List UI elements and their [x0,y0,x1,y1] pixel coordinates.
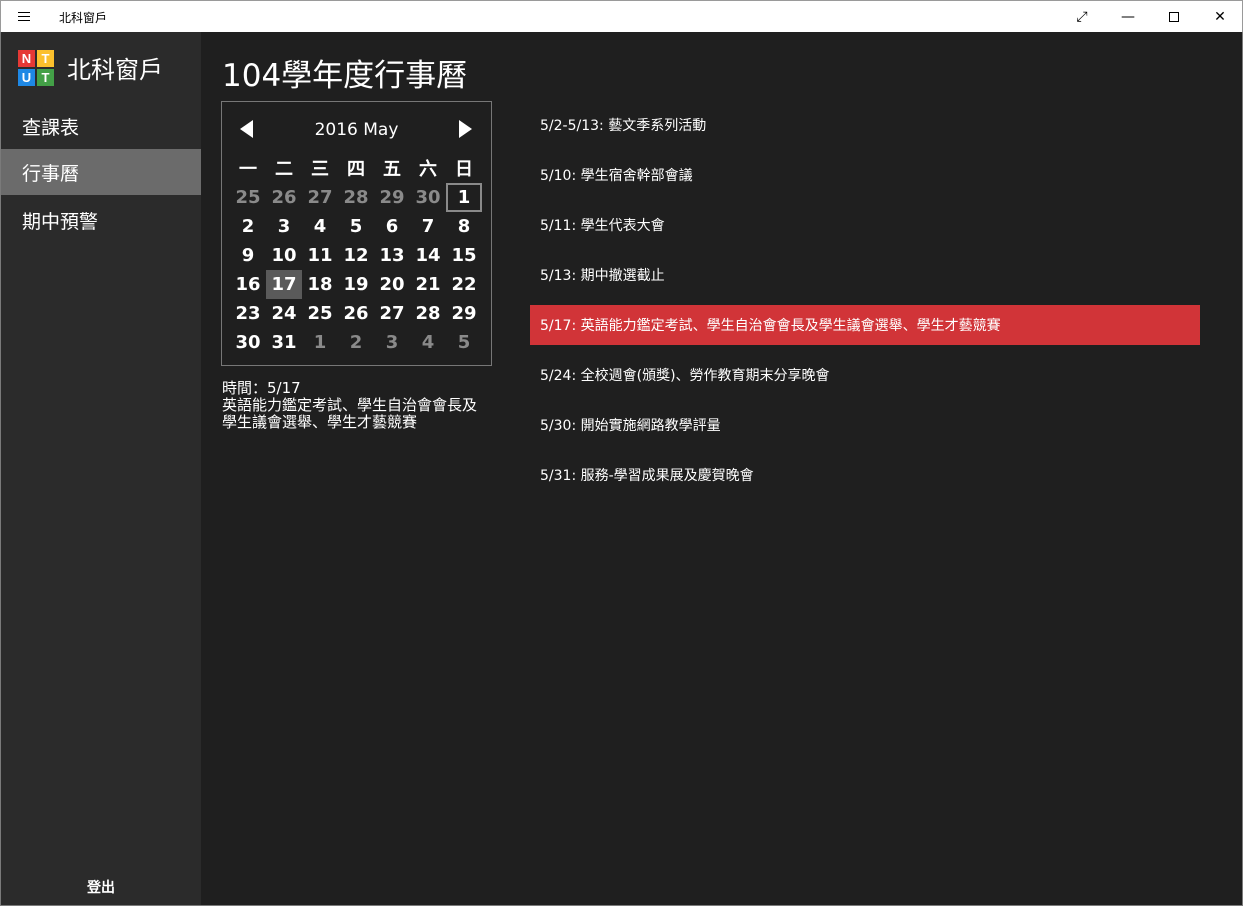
event-item[interactable]: 5/10: 學生宿舍幹部會議 [530,155,1200,195]
weekday-header: 五 [383,158,401,180]
app-logo: N T U T [18,50,54,86]
calendar-day[interactable]: 1 [302,328,338,357]
calendar-day[interactable]: 7 [410,212,446,241]
event-detail-text: 英語能力鑑定考試、學生自治會會長及 [222,396,478,414]
event-item[interactable]: 5/13: 期中撤選截止 [530,255,1200,295]
maximize-icon [1169,11,1179,22]
calendar-day[interactable]: 26 [266,183,302,212]
fullscreen-icon[interactable]: ⤢ [1059,1,1105,32]
weekday-header: 四 [347,158,365,180]
calendar-day[interactable]: 5 [338,212,374,241]
calendar-day[interactable]: 13 [374,241,410,270]
sidebar-item-label: 查課表 [22,116,80,139]
app-name: 北科窗戶 [67,56,163,84]
weekday-header: 日 [455,158,473,180]
calendar-day[interactable]: 8 [446,212,482,241]
event-item[interactable]: 5/30: 開始實施網路教學評量 [530,405,1200,445]
maximize-button[interactable] [1151,1,1197,32]
calendar-day[interactable]: 1 [446,183,482,212]
event-item[interactable]: 5/2-5/13: 藝文季系列活動 [530,105,1200,145]
hamburger-menu-icon[interactable] [15,8,35,26]
logo-tile: N [18,50,35,67]
calendar-day[interactable]: 5 [446,328,482,357]
event-item[interactable]: 5/31: 服務-學習成果展及慶賀晚會 [530,455,1200,495]
logo-tile: U [18,69,35,86]
sidebar-item-timetable[interactable]: 查課表 [1,103,201,149]
calendar-day[interactable]: 22 [446,270,482,299]
calendar-day[interactable]: 28 [338,183,374,212]
calendar-day[interactable]: 14 [410,241,446,270]
calendar-day[interactable]: 26 [338,299,374,328]
weekday-header: 二 [275,158,293,180]
calendar-day[interactable]: 30 [410,183,446,212]
calendar-month-label: 2016 May [314,120,399,140]
calendar-day[interactable]: 16 [230,270,266,299]
calendar-day[interactable]: 21 [410,270,446,299]
calendar-day[interactable]: 27 [374,299,410,328]
next-month-icon[interactable] [459,120,472,138]
calendar-day[interactable]: 18 [302,270,338,299]
calendar-day[interactable]: 4 [302,212,338,241]
sidebar-item-midterm-warning[interactable]: 期中預警 [1,197,201,243]
sidebar-item-calendar[interactable]: 行事曆 [1,149,201,195]
calendar-day[interactable]: 20 [374,270,410,299]
calendar-day[interactable]: 31 [266,328,302,357]
calendar: 2016 May 一二三四五六日 25 26 27 28 29 30 1 2 3 4 5 6 7 8 9 10 1… [221,101,492,366]
sidebar-item-label: 行事曆 [22,162,80,185]
calendar-day[interactable]: 2 [338,328,374,357]
calendar-day[interactable]: 30 [230,328,266,357]
event-list: 5/2-5/13: 藝文季系列活動 5/10: 學生宿舍幹部會議 5/11: 學生代… [530,105,1200,505]
weekday-header: 三 [311,158,329,180]
weekday-header: 六 [419,158,437,180]
sidebar-item-label: 期中預警 [22,210,99,233]
calendar-day[interactable]: 29 [374,183,410,212]
event-item[interactable]: 5/11: 學生代表大會 [530,205,1200,245]
close-button[interactable]: ✕ [1197,1,1243,32]
event-detail-text: 學生議會選舉、學生才藝競賽 [222,413,418,431]
window-title: 北科窗戶 [59,11,108,25]
calendar-day[interactable]: 29 [446,299,482,328]
calendar-day[interactable]: 19 [338,270,374,299]
calendar-day[interactable]: 3 [266,212,302,241]
sidebar: N T U T 北科窗戶 查課表 行事曆 期中預警 登出 [1,32,201,905]
title-bar: 北科窗戶 ⤢ — ✕ [0,0,1243,32]
calendar-day[interactable]: 23 [230,299,266,328]
minimize-button[interactable]: — [1105,1,1151,32]
page-title: 104學年度行事曆 [222,58,468,94]
calendar-day[interactable]: 10 [266,241,302,270]
weekday-header: 一 [239,158,257,180]
calendar-day[interactable]: 25 [302,299,338,328]
calendar-day[interactable]: 24 [266,299,302,328]
calendar-day[interactable]: 9 [230,241,266,270]
logo-tile: T [37,50,54,67]
calendar-day[interactable]: 28 [410,299,446,328]
event-item[interactable]: 5/17: 英語能力鑑定考試、學生自治會會長及學生議會選舉、學生才藝競賽 [530,305,1200,345]
calendar-day[interactable]: 27 [302,183,338,212]
event-detail-time: 時間：5/17 [222,379,301,397]
calendar-day[interactable]: 3 [374,328,410,357]
logo-tile: T [37,69,54,86]
calendar-day[interactable]: 11 [302,241,338,270]
calendar-day[interactable]: 17 [266,270,302,299]
calendar-day[interactable]: 4 [410,328,446,357]
calendar-day[interactable]: 6 [374,212,410,241]
calendar-day[interactable]: 25 [230,183,266,212]
calendar-day[interactable]: 12 [338,241,374,270]
event-detail: 時間：5/17 英語能力鑑定考試、學生自治會會長及 學生議會選舉、學生才藝競賽 [222,380,502,431]
event-item[interactable]: 5/24: 全校週會(頒獎)、勞作教育期末分享晚會 [530,355,1200,395]
calendar-day[interactable]: 2 [230,212,266,241]
logout-button[interactable]: 登出 [1,877,201,897]
calendar-grid: 一二三四五六日 25 26 27 28 29 30 1 2 3 4 5 6 7 8 9 10 11 12 13 14 15… [230,152,482,357]
calendar-day[interactable]: 15 [446,241,482,270]
